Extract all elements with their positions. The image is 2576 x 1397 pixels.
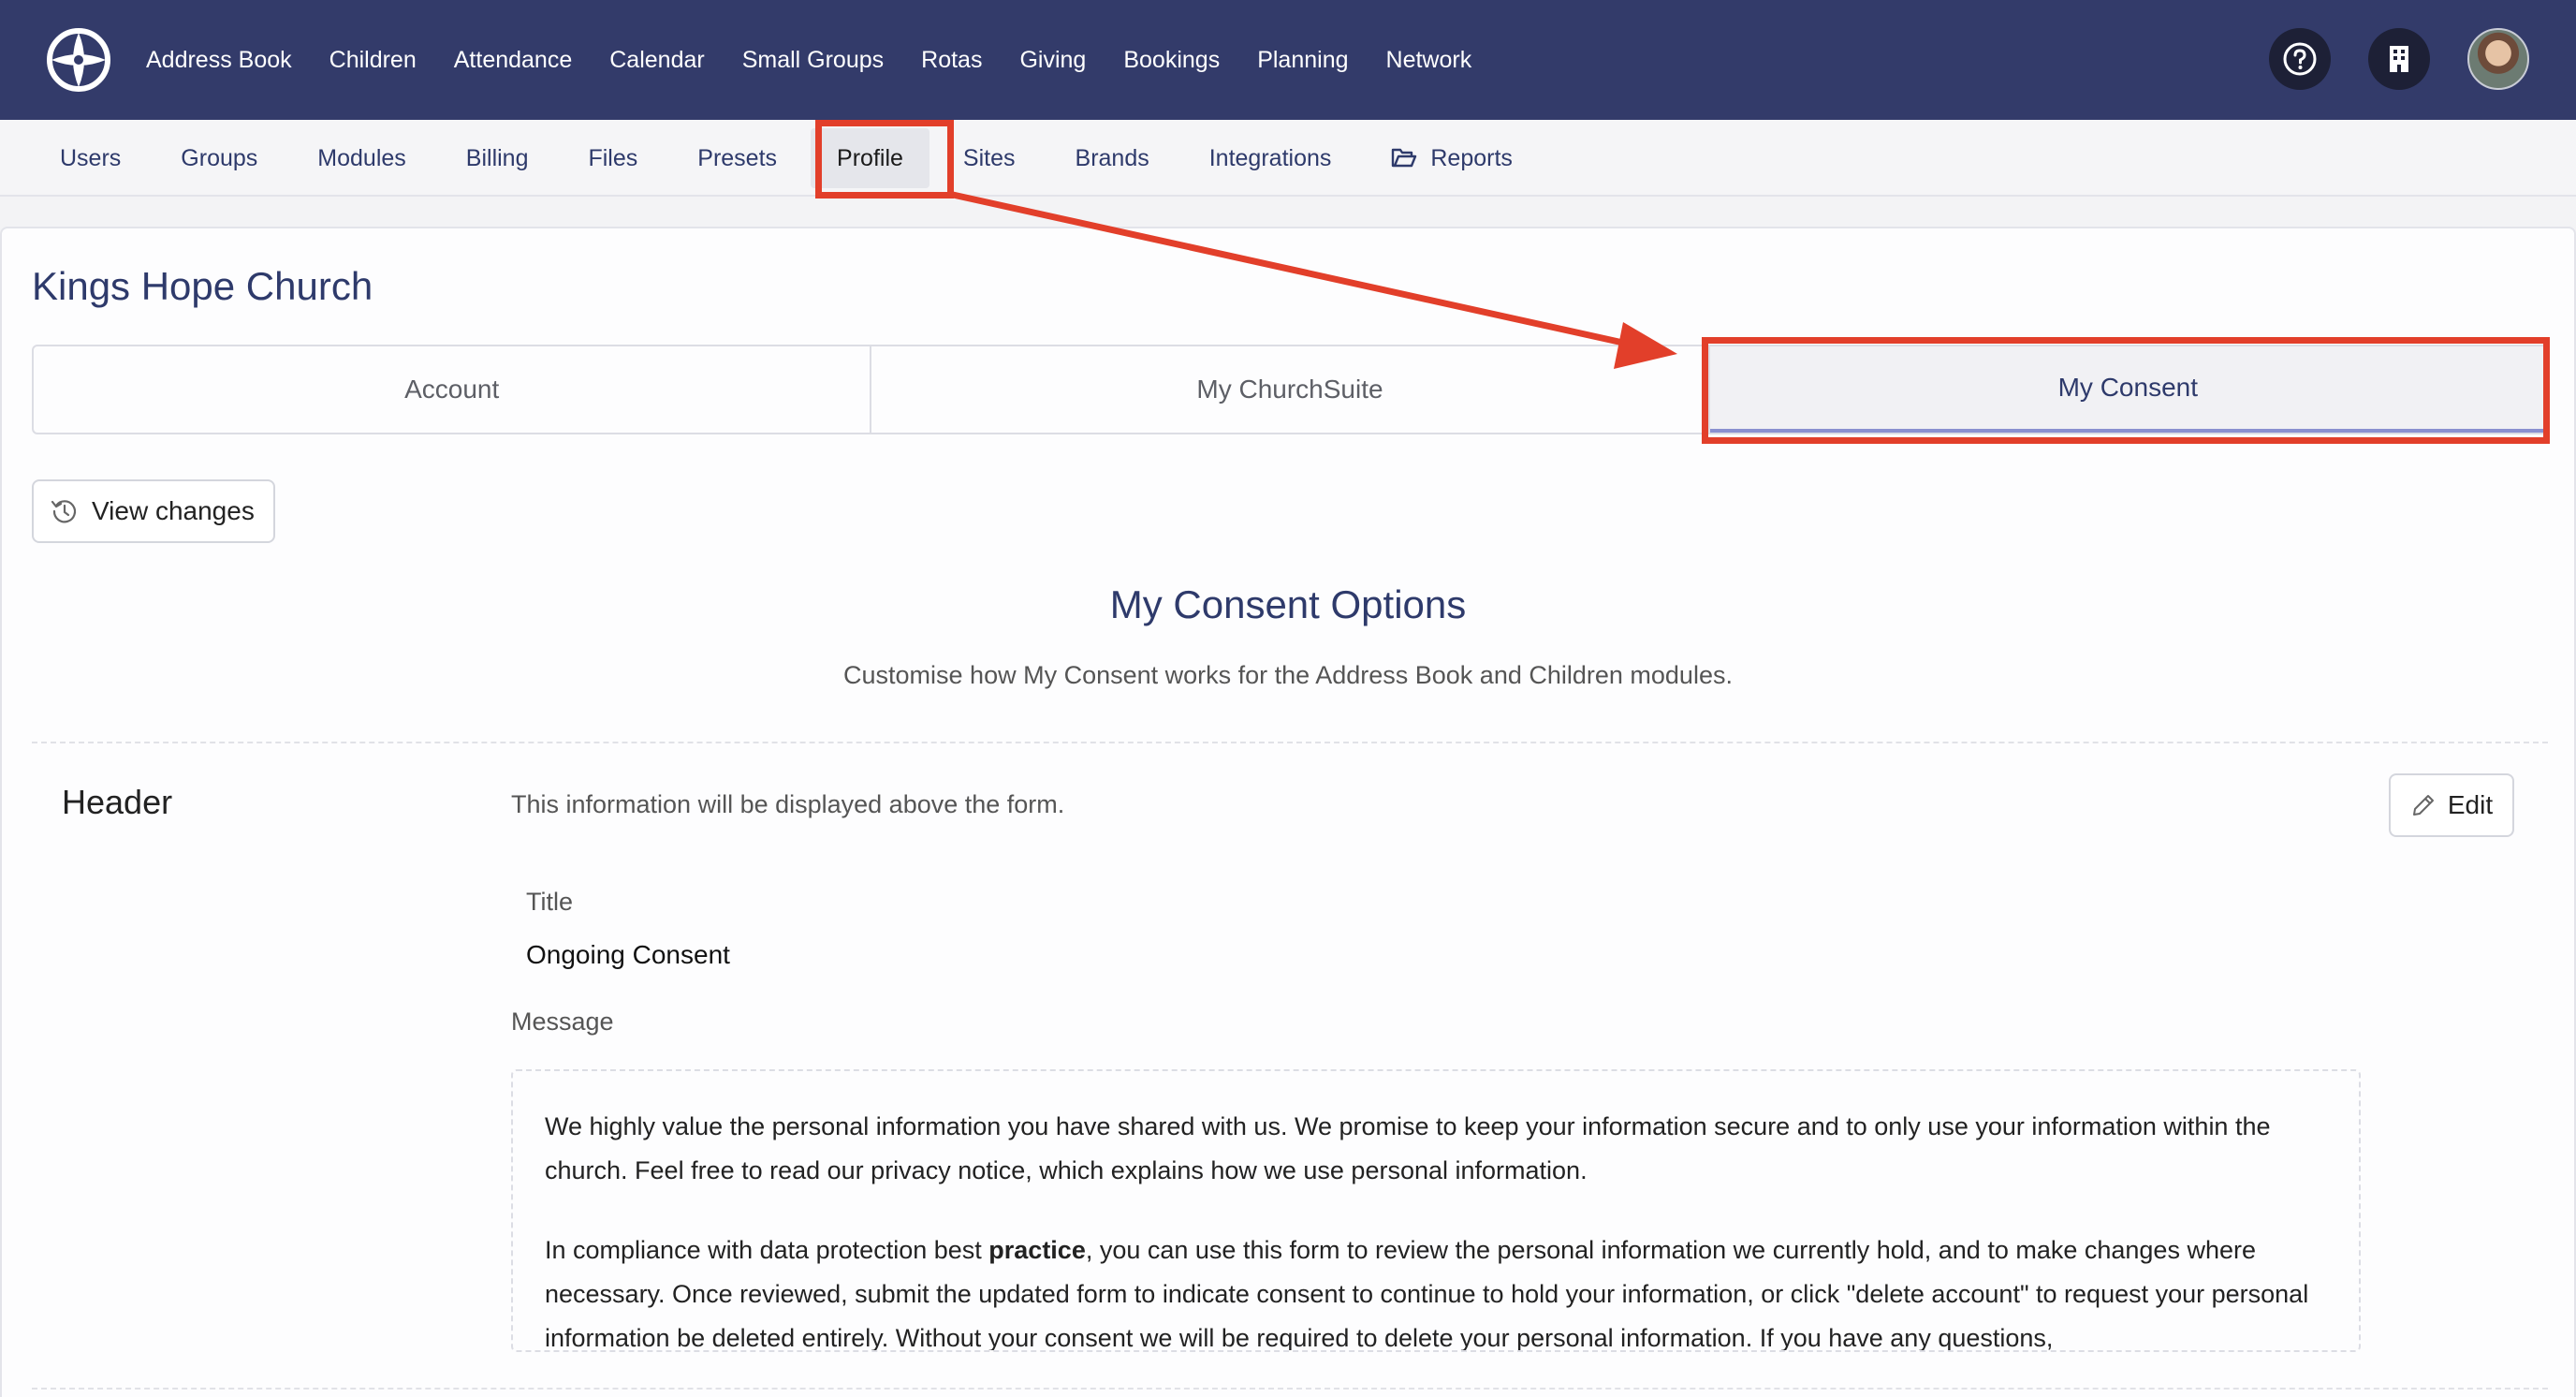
annotation-arrow (952, 191, 1677, 369)
